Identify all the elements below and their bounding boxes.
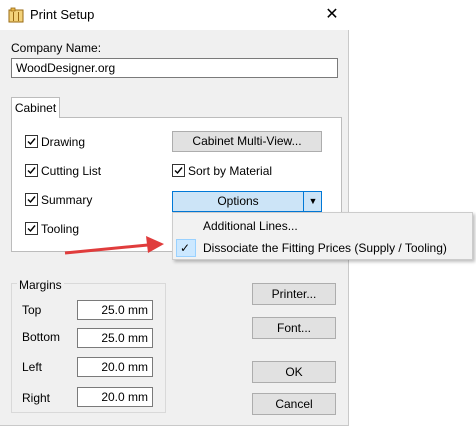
- printer-button[interactable]: Printer...: [252, 283, 336, 305]
- window-title: Print Setup: [30, 7, 95, 22]
- margin-left-field[interactable]: [77, 357, 153, 377]
- tooling-label: Tooling: [41, 222, 80, 236]
- cabinet-multiview-button[interactable]: Cabinet Multi-View...: [172, 131, 322, 152]
- menu-item-label: Dissociate the Fitting Prices (Supply / …: [203, 241, 447, 255]
- margins-title: Margins: [17, 278, 64, 292]
- margin-left-label: Left: [22, 360, 43, 374]
- drawing-checkbox[interactable]: [25, 135, 38, 148]
- font-button[interactable]: Font...: [252, 317, 336, 339]
- close-icon[interactable]: ✕: [318, 4, 346, 26]
- menu-item-label: Additional Lines...: [203, 219, 298, 233]
- checkmark-icon: ✓: [180, 241, 191, 255]
- tooling-checkbox[interactable]: [25, 222, 38, 235]
- cabinet-icon: [8, 7, 24, 23]
- menu-item-additional-lines[interactable]: Additional Lines...: [173, 215, 472, 237]
- margin-right-label: Right: [22, 391, 51, 405]
- ok-button[interactable]: OK: [252, 361, 336, 383]
- summary-label: Summary: [41, 193, 93, 207]
- sort-by-material-checkbox[interactable]: [172, 164, 185, 177]
- margin-bottom-label: Bottom: [22, 330, 61, 344]
- margin-top-field[interactable]: [77, 300, 153, 320]
- company-name-field[interactable]: [11, 58, 338, 78]
- margin-bottom-field[interactable]: [77, 328, 153, 348]
- sort-by-material-label: Sort by Material: [188, 164, 273, 178]
- margin-top-label: Top: [22, 303, 42, 317]
- options-label: Options: [217, 194, 259, 208]
- cutting-list-label: Cutting List: [41, 164, 102, 178]
- options-dropdown-button[interactable]: Options ▼: [172, 191, 322, 212]
- summary-checkbox[interactable]: [25, 193, 38, 206]
- drawing-label: Drawing: [41, 135, 86, 149]
- title-bar: Print Setup ✕: [0, 0, 349, 30]
- cancel-button[interactable]: Cancel: [252, 393, 336, 415]
- options-menu: Additional Lines... ✓ Dissociate the Fit…: [172, 212, 473, 260]
- margin-right-field[interactable]: [77, 387, 153, 407]
- chevron-down-icon[interactable]: ▼: [303, 192, 322, 211]
- tab-cabinet[interactable]: Cabinet: [11, 97, 60, 118]
- company-name-label: Company Name:: [11, 41, 102, 55]
- cutting-list-checkbox[interactable]: [25, 164, 38, 177]
- menu-item-dissociate-fitting-prices[interactable]: ✓ Dissociate the Fitting Prices (Supply …: [173, 237, 472, 259]
